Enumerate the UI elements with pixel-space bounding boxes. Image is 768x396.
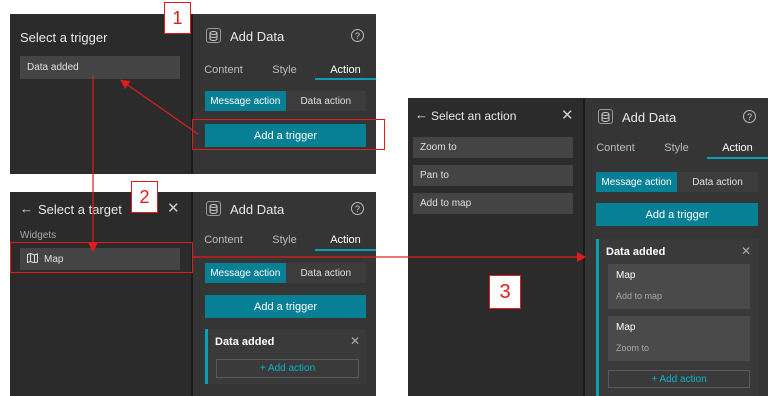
arrow-step1-to-trigger <box>120 79 199 135</box>
connector-arrows <box>88 76 587 262</box>
